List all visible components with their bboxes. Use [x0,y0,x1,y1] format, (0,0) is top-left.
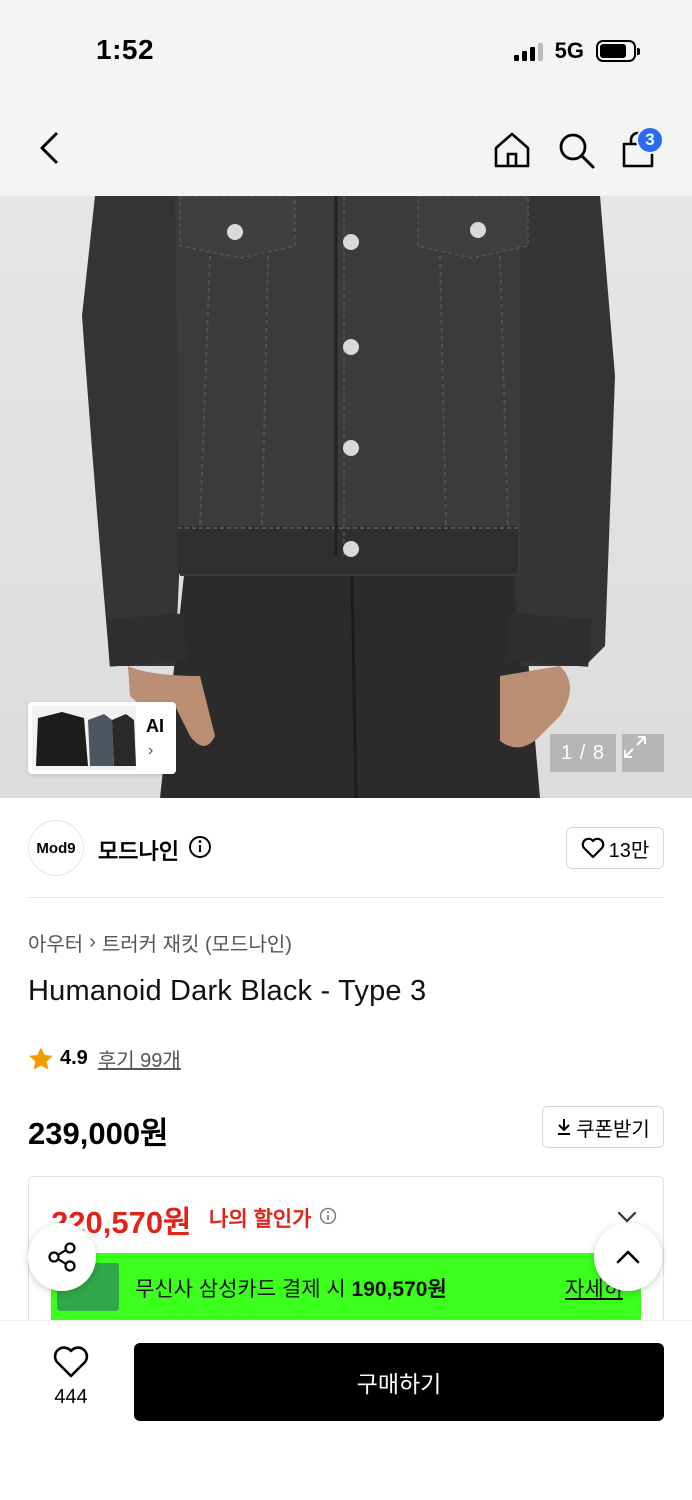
brand-like-button[interactable]: 13만 [566,827,664,869]
brand-name[interactable]: 모드나인 [98,834,179,866]
brand-row: Mod9 모드나인 13만 [0,798,692,898]
rating-value: 4.9 [60,1047,88,1069]
buy-button[interactable]: 구매하기 [134,1343,664,1421]
brand-like-count: 13만 [608,839,650,862]
share-icon [48,1242,76,1272]
wishlist-count: 444 [54,1386,88,1408]
scroll-top-button[interactable] [594,1223,662,1291]
coupon-label: 쿠폰받기 [576,1118,650,1141]
home-icon[interactable] [490,128,534,172]
status-indicators: 5G [513,38,640,64]
brand-logo[interactable]: Mod9 [28,820,84,876]
status-bar: 1:52 5G [0,0,692,100]
chevron-right-icon: › [89,931,96,953]
heart-icon [53,1346,89,1378]
signal-icon [513,41,543,61]
battery-icon [596,40,640,62]
breadcrumb-category[interactable]: 아우터 [28,928,83,957]
network-label: 5G [554,38,584,63]
ai-similar-thumbnail[interactable]: AI › [28,702,176,774]
back-arrow-icon[interactable] [30,128,70,168]
breadcrumb: 아우터 › 트러커 재킷 (모드나인) [28,928,292,957]
wishlist-button[interactable]: 444 [36,1345,106,1409]
thumbnail-image [32,706,136,770]
review-link[interactable]: 후기 99개 [98,1044,181,1073]
status-time: 1:52 [96,34,155,65]
discount-label: 나의 할인가 [209,1208,312,1231]
download-icon [558,1119,571,1135]
ai-label: AI [146,716,164,736]
heart-icon [581,837,604,859]
product-price: 239,000원 [28,1116,169,1151]
image-counter: 1 / 8 [550,734,616,772]
divider [28,897,664,898]
bottom-action-bar: 444 구매하기 [0,1320,692,1500]
rating-row: 4.9 후기 99개 [28,1044,181,1073]
card-promo-banner[interactable]: 무신사 삼성카드 결제 시 190,570원 자세히 [51,1253,641,1321]
promo-text: 무신사 삼성카드 결제 시 190,570원 [135,1278,447,1301]
product-title: Humanoid Dark Black - Type 3 [28,975,427,1007]
search-icon[interactable] [554,128,598,172]
promo-price: 190,570원 [351,1278,447,1301]
coupon-button[interactable]: 쿠폰받기 [542,1106,664,1148]
discount-box: 220,570원 나의 할인가 무신사 삼성카드 결제 시 190,570원 자… [28,1176,664,1336]
share-button[interactable] [28,1223,96,1291]
product-image-gallery[interactable]: AI › 1 / 8 [0,196,692,798]
chevron-up-icon [616,1250,640,1264]
chevron-right-icon: › [148,742,154,759]
expand-icon[interactable] [622,734,664,772]
cart-count-badge: 3 [636,126,664,154]
star-icon [29,1047,53,1070]
breadcrumb-subcategory[interactable]: 트러커 재킷 (모드나인) [102,928,292,957]
top-nav [0,100,692,196]
info-icon[interactable] [319,1207,337,1225]
info-icon[interactable] [188,835,212,859]
